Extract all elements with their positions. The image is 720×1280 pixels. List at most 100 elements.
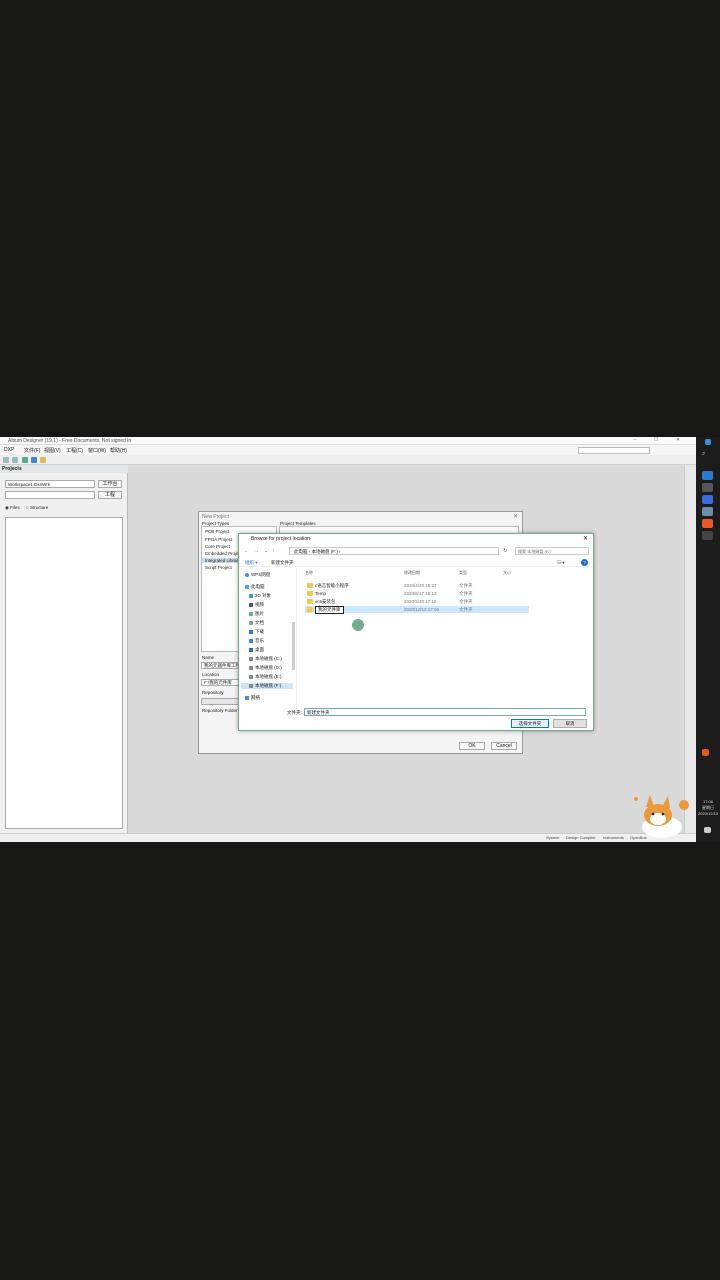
drive-icon bbox=[249, 674, 253, 679]
project-button[interactable]: 工程 bbox=[98, 491, 122, 499]
search-input[interactable]: 搜索"本地磁盘 (F:)" bbox=[515, 547, 589, 555]
new-icon[interactable] bbox=[3, 457, 9, 463]
help-icon[interactable]: ? bbox=[581, 559, 588, 566]
cancel-button[interactable]: Cancel bbox=[491, 742, 517, 750]
workspace-select[interactable]: Workspace1.DsnWrk bbox=[5, 480, 95, 488]
view-icon[interactable]: ☷ ▾ bbox=[557, 560, 565, 566]
side-panel-tabs[interactable] bbox=[684, 465, 696, 833]
app-icon[interactable] bbox=[702, 531, 713, 540]
clock[interactable]: 17:06 星期日 2020/12/13 bbox=[696, 799, 720, 817]
window-controls[interactable]: – ☐ ✕ bbox=[634, 437, 688, 443]
save-icon[interactable] bbox=[22, 457, 28, 463]
rename-field[interactable]: 我的元件库 bbox=[315, 606, 344, 614]
computer-icon bbox=[245, 584, 249, 589]
nav-drive-f[interactable]: 本地磁盘 (F:) bbox=[241, 683, 293, 689]
menu-dxp[interactable]: DXP bbox=[4, 447, 14, 453]
drive-icon bbox=[249, 665, 253, 670]
notification-icon[interactable] bbox=[704, 827, 711, 833]
forward-icon[interactable]: → bbox=[254, 548, 259, 554]
file-row-selected[interactable]: 我的元件库 2020/12/13 17:06 文件夹 bbox=[305, 606, 529, 614]
nav-wps[interactable]: WPS网盘 bbox=[245, 572, 270, 578]
status-design-compiler[interactable]: Design Compiler bbox=[566, 835, 596, 840]
menu-help[interactable]: 帮助(H) bbox=[110, 447, 127, 454]
nav-this-pc[interactable]: 此电脑 bbox=[245, 584, 265, 590]
file-row[interactable]: Temp 2020/6/17 16:13 文件夹 bbox=[305, 590, 529, 597]
navigation-pane: WPS网盘 此电脑 3D 对象 视频 图片 文档 下载 音乐 桌面 本地磁盘 (… bbox=[239, 568, 297, 709]
nav-downloads[interactable]: 下载 bbox=[249, 629, 264, 635]
address-bar[interactable]: 此电脑 › 本地磁盘 (F:) › bbox=[289, 547, 499, 555]
dialog-title: New Project bbox=[202, 514, 229, 520]
menu-project[interactable]: 工程(C) bbox=[66, 447, 83, 454]
search-icon[interactable]: ⌕ bbox=[702, 451, 713, 460]
nav-music[interactable]: 音乐 bbox=[249, 638, 264, 644]
list-item[interactable]: PCB Project bbox=[205, 529, 230, 534]
files-radio[interactable]: ◉ Files bbox=[5, 505, 20, 511]
refresh-icon[interactable]: ↻ bbox=[503, 548, 507, 554]
scrollbar[interactable] bbox=[292, 622, 295, 670]
status-instruments[interactable]: Instruments bbox=[603, 835, 624, 840]
nav-drive-c[interactable]: 本地磁盘 (C:) bbox=[249, 656, 282, 662]
mouse-cursor-highlight bbox=[352, 619, 364, 631]
app-icon[interactable] bbox=[702, 507, 713, 516]
ok-button[interactable]: OK bbox=[459, 742, 485, 750]
cube-icon bbox=[249, 593, 253, 598]
status-system[interactable]: System bbox=[546, 835, 559, 840]
menu-window[interactable]: 窗口(W) bbox=[88, 447, 106, 454]
column-size[interactable]: 大小 bbox=[503, 570, 511, 576]
workspace-button[interactable]: 工作台 bbox=[98, 480, 122, 488]
menu-view[interactable]: 视图(V) bbox=[44, 447, 61, 454]
app-icon[interactable] bbox=[702, 495, 713, 504]
menu-file[interactable]: 文件(F) bbox=[24, 447, 40, 454]
cancel-button[interactable]: 取消 bbox=[553, 719, 587, 728]
app-title: Altium Designer (19.1) - Free Documents.… bbox=[8, 438, 132, 444]
list-item[interactable]: Script Project bbox=[205, 565, 232, 570]
nav-pictures[interactable]: 图片 bbox=[249, 611, 264, 617]
project-tree[interactable] bbox=[5, 517, 123, 829]
nav-drive-d[interactable]: 本地磁盘 (D:) bbox=[249, 665, 282, 671]
nav-desktop[interactable]: 桌面 bbox=[249, 647, 264, 653]
file-row[interactable]: c语言智能小程序 2020/4/20 15:27 文件夹 bbox=[305, 582, 529, 589]
windows-start-icon[interactable] bbox=[705, 439, 711, 445]
new-folder-button[interactable]: 新建文件夹 bbox=[271, 560, 294, 566]
list-item[interactable]: FPGA Project bbox=[205, 537, 232, 542]
open-icon[interactable] bbox=[12, 457, 18, 463]
column-type[interactable]: 类型 bbox=[459, 570, 467, 576]
project-select[interactable] bbox=[5, 491, 95, 499]
document-icon bbox=[249, 620, 253, 625]
nav-video[interactable]: 视频 bbox=[249, 602, 264, 608]
drive-icon bbox=[249, 656, 253, 661]
up-icon[interactable]: ↑ bbox=[272, 548, 275, 554]
print-icon[interactable] bbox=[31, 457, 37, 463]
file-row[interactable]: vc6安装包 2020/5/30 17:19 文件夹 bbox=[305, 598, 529, 605]
column-date[interactable]: 修改日期 bbox=[404, 570, 420, 576]
close-icon[interactable]: ✕ bbox=[583, 535, 588, 542]
folder-icon[interactable] bbox=[40, 457, 46, 463]
altium-icon[interactable] bbox=[702, 519, 713, 528]
nav-3d[interactable]: 3D 对象 bbox=[249, 593, 271, 599]
list-item[interactable]: Core Project bbox=[205, 544, 230, 549]
list-item[interactable]: Embedded Project bbox=[205, 551, 242, 556]
tray-icon[interactable] bbox=[702, 749, 709, 756]
network-icon bbox=[245, 695, 249, 700]
nav-network[interactable]: 网络 bbox=[245, 695, 260, 701]
edge-icon[interactable] bbox=[702, 471, 713, 480]
back-icon[interactable]: ← bbox=[244, 548, 249, 554]
recent-icon[interactable]: ⌄ bbox=[264, 548, 268, 554]
organize-button[interactable]: 组织 ▾ bbox=[245, 560, 258, 566]
projects-panel-title: Projects bbox=[0, 465, 128, 473]
browse-folder-dialog: Browse for project location ✕ ← → ⌄ ↑ 此电… bbox=[238, 533, 594, 731]
structure-radio[interactable]: ○ Structure bbox=[26, 505, 48, 510]
screen-recording: Altium Designer (19.1) - Free Documents.… bbox=[0, 437, 720, 842]
command-bar: 组织 ▾ 新建文件夹 ☷ ▾ ? bbox=[239, 558, 593, 567]
app-icon[interactable] bbox=[702, 483, 713, 492]
folder-icon bbox=[307, 607, 313, 612]
folder-name-input[interactable]: 新建文件夹 bbox=[304, 708, 586, 716]
nav-drive-e[interactable]: 本地磁盘 (E:) bbox=[249, 674, 282, 680]
column-name[interactable]: 名称 bbox=[305, 570, 313, 576]
video-icon bbox=[249, 602, 253, 607]
nav-documents[interactable]: 文档 bbox=[249, 620, 264, 626]
folder-icon bbox=[307, 591, 313, 596]
search-input[interactable] bbox=[578, 447, 650, 454]
close-icon[interactable]: ✕ bbox=[513, 513, 518, 520]
select-folder-button[interactable]: 选择文件夹 bbox=[511, 719, 549, 728]
